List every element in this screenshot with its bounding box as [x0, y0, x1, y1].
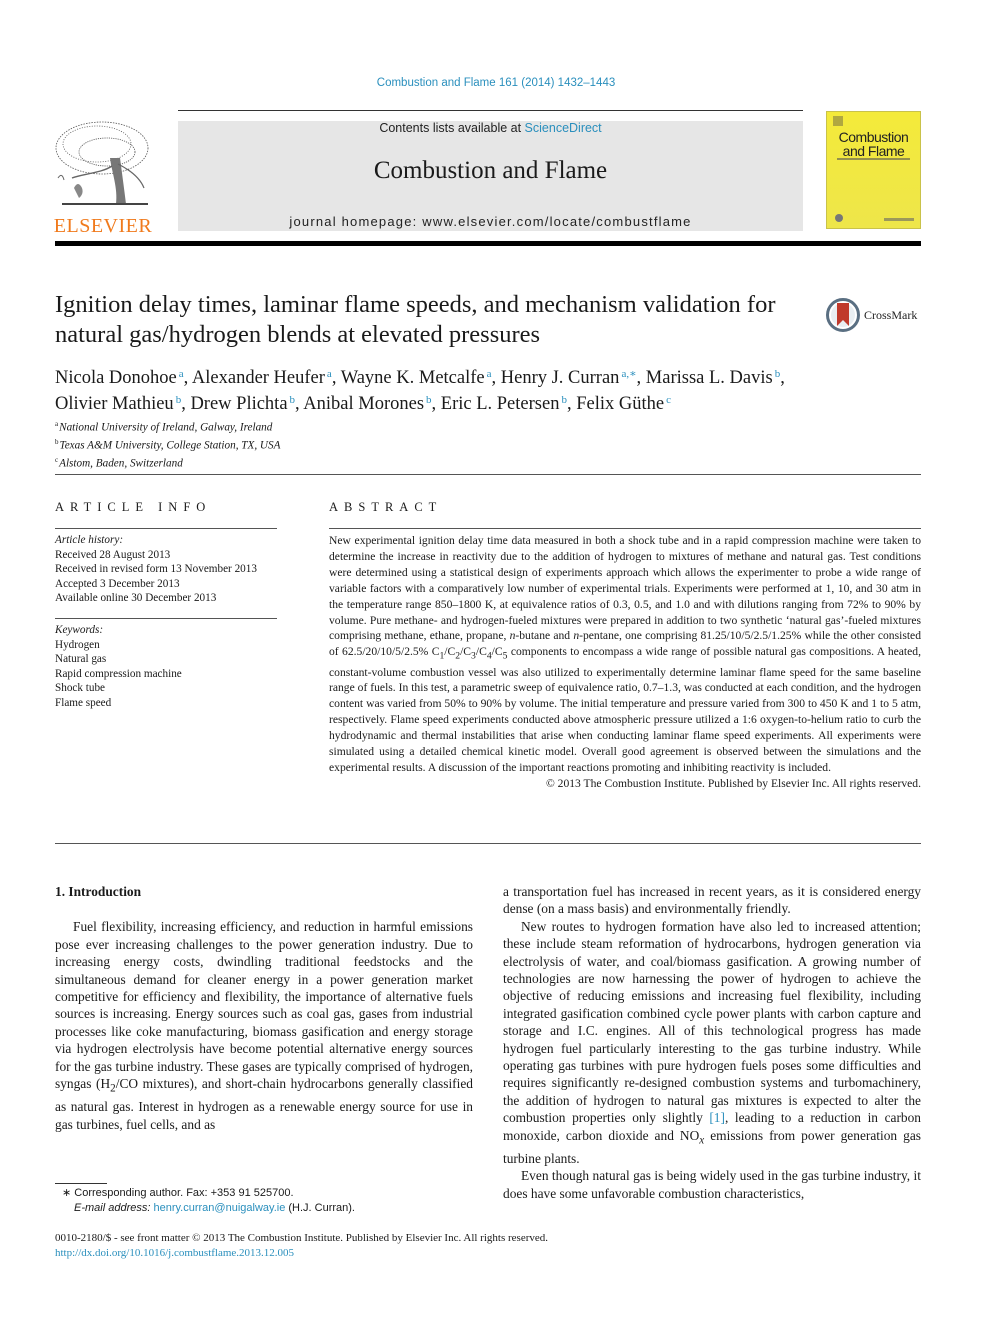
body-left-column: 1. Introduction Fuel flexibility, increa…: [55, 883, 473, 1133]
keywords-rule: [55, 618, 277, 619]
doi-link[interactable]: http://dx.doi.org/10.1016/j.combustflame…: [55, 1247, 294, 1259]
author[interactable]: Anibal Morones b: [303, 394, 431, 414]
keywords: Keywords: Hydrogen Natural gas Rapid com…: [55, 623, 182, 710]
keyword: Shock tube: [55, 682, 106, 694]
body-paragraph: Even though natural gas is being widely …: [503, 1168, 921, 1201]
keywords-label: Keywords:: [55, 624, 104, 636]
article-history-label: Article history:: [55, 534, 124, 546]
abstract-copyright: © 2013 The Combustion Institute. Publish…: [545, 776, 921, 790]
author[interactable]: Felix Güthe c: [576, 394, 671, 414]
cover-subtitle-bar: [837, 158, 910, 160]
keyword: Natural gas: [55, 653, 107, 665]
issn-line: 0010-2180/$ - see front matter © 2013 Th…: [55, 1232, 548, 1244]
paper-title: Ignition delay times, laminar flame spee…: [55, 291, 776, 348]
article-info-heading: ARTICLE INFO: [55, 500, 212, 514]
contents-prefix: Contents lists available at: [379, 121, 525, 135]
elsevier-tree-icon: [55, 121, 149, 205]
page-footer: 0010-2180/$ - see front matter © 2013 Th…: [55, 1231, 548, 1260]
body-paragraph: Fuel flexibility, increasing efficiency,…: [55, 919, 473, 1132]
author-list: Nicola Donohoe a, Alexander Heufer a, Wayn…: [55, 368, 785, 414]
keyword: Rapid compression machine: [55, 667, 182, 680]
contents-availability: Contents lists available at ScienceDirec…: [178, 121, 803, 135]
abstract-heading: ABSTRACT: [329, 500, 443, 514]
masthead-divider: [55, 241, 921, 246]
reference-link-1[interactable]: [1]: [709, 1110, 725, 1125]
body-right-column: a transportation fuel has increased in r…: [503, 883, 921, 1202]
keyword: Flame speed: [55, 696, 112, 709]
history-online: Available online 30 December 2013: [55, 592, 217, 604]
author[interactable]: Drew Plichta b: [190, 394, 295, 414]
author[interactable]: Olivier Mathieu b: [55, 394, 181, 414]
affiliation: aNational University of Ireland, Galway,…: [55, 420, 273, 434]
abstract-body: New experimental ignition delay time dat…: [329, 534, 921, 790]
abstract-divider: [55, 843, 921, 844]
crossmark-label: CrossMark: [864, 307, 918, 322]
crossmark-icon: [826, 298, 860, 332]
author[interactable]: Nicola Donohoe a: [55, 368, 184, 388]
header-rule: [178, 110, 803, 111]
cover-title: Combustion and Flame: [838, 129, 909, 159]
body-paragraph: New routes to hydrogen formation have al…: [503, 918, 921, 1166]
journal-citation[interactable]: Combustion and Flame 161 (2014) 1432–144…: [0, 77, 992, 89]
journal-title: Combustion and Flame: [373, 157, 608, 184]
institute-emblem-icon: [835, 214, 843, 222]
journal-homepage[interactable]: journal homepage: www.elsevier.com/locat…: [178, 214, 803, 229]
footnote-rule: [55, 1183, 107, 1184]
affiliation: bTexas A&M University, College Station, …: [55, 438, 281, 452]
affiliation-divider: [55, 474, 921, 475]
author[interactable]: Wayne K. Metcalfe a: [341, 368, 492, 388]
section-heading-introduction: 1. Introduction: [55, 884, 142, 899]
history-revised: Received in revised form 13 November 201…: [55, 563, 257, 575]
publisher-mini-logo-icon: [833, 116, 843, 126]
body-paragraph: a transportation fuel has increased in r…: [503, 884, 921, 917]
elsevier-wordmark: ELSEVIER: [53, 215, 153, 237]
cover-footer-bar: [884, 218, 914, 221]
keyword: Hydrogen: [55, 638, 100, 651]
journal-masthead: Contents lists available at ScienceDirec…: [178, 121, 803, 231]
journal-cover-thumbnail[interactable]: Combustion and Flame: [826, 111, 921, 229]
corresponding-author-footnote: ∗ Corresponding author. Fax: +353 91 525…: [62, 1187, 355, 1214]
article-info-rule: [55, 528, 277, 529]
affiliation: cAlstom, Baden, Switzerland: [55, 456, 183, 471]
history-accepted: Accepted 3 December 2013: [55, 577, 180, 590]
author[interactable]: Henry J. Curran a,∗: [501, 368, 637, 388]
history-received: Received 28 August 2013: [55, 548, 171, 561]
affiliations: aNational University of Ireland, Galway,…: [55, 417, 280, 472]
sciencedirect-link[interactable]: ScienceDirect: [525, 121, 602, 135]
author[interactable]: Eric L. Petersen b: [441, 394, 567, 414]
asterisk-icon: ∗: [62, 1187, 72, 1199]
author[interactable]: Marissa L. Davis b: [646, 368, 780, 388]
abstract-rule: [329, 528, 921, 529]
article-history: Article history: Received 28 August 2013…: [55, 533, 257, 606]
author-email-link[interactable]: henry.curran@nuigalway.ie: [153, 1202, 285, 1214]
author[interactable]: Alexander Heufer a: [192, 368, 332, 388]
elsevier-logo[interactable]: ELSEVIER: [52, 118, 154, 237]
crossmark-button[interactable]: CrossMark: [826, 297, 926, 333]
